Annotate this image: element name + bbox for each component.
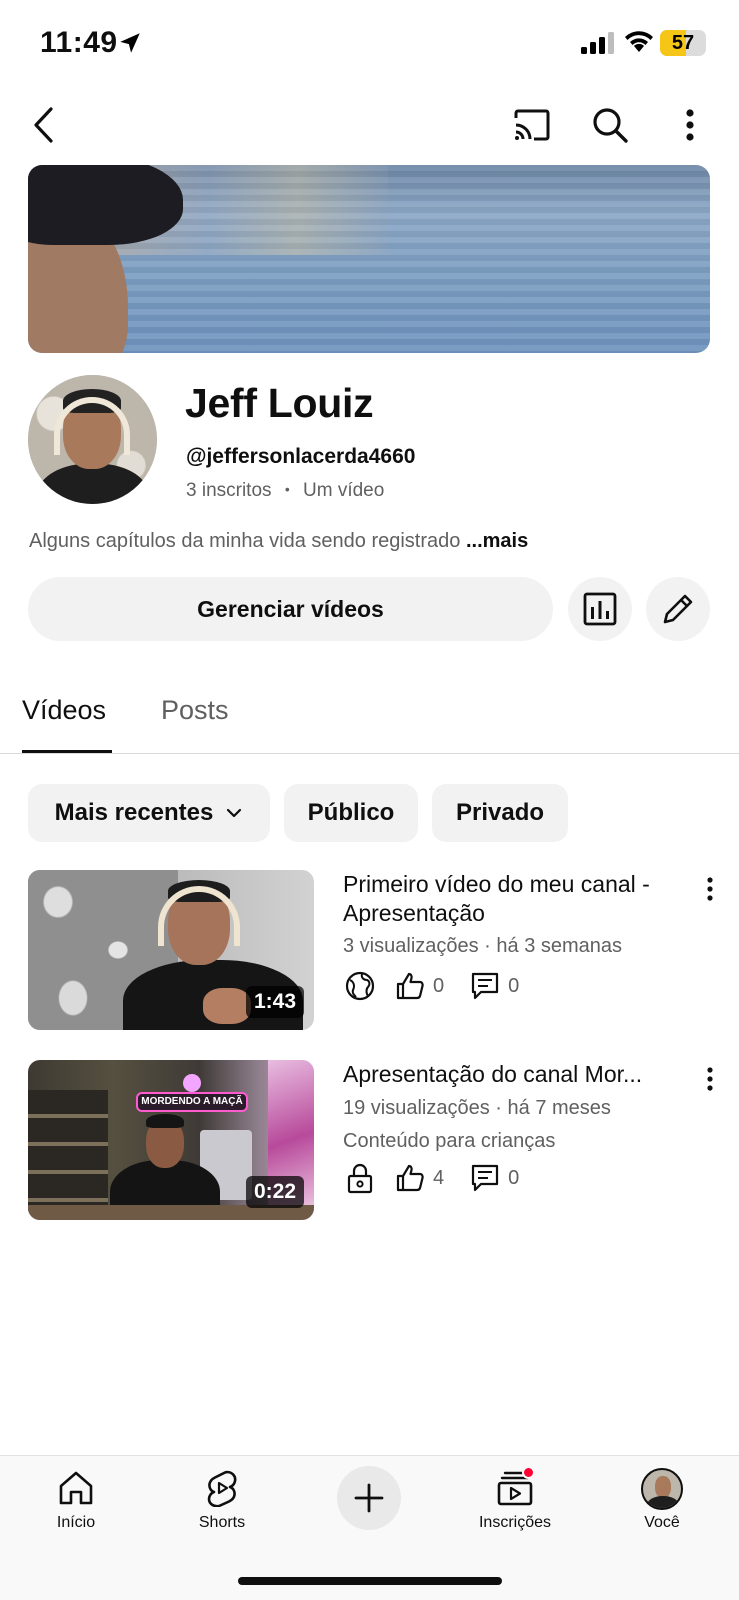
video-thumbnail[interactable]: MORDENDO A MAÇÃ 0:22 <box>28 1060 314 1220</box>
status-bar: 11:49 57 <box>0 0 739 90</box>
nav-subscriptions[interactable]: Inscrições <box>460 1466 570 1532</box>
battery-indicator: 57 <box>660 30 706 56</box>
video-options-button[interactable] <box>695 1062 725 1096</box>
tab-videos[interactable]: Vídeos <box>22 695 106 726</box>
signal-icon <box>581 32 614 54</box>
video-options-button[interactable] <box>695 872 725 906</box>
subscriptions-icon <box>493 1466 537 1508</box>
video-duration: 1:43 <box>245 986 304 1018</box>
video-meta: 19 visualizações · há 7 meses <box>343 1097 611 1119</box>
video-item[interactable]: 1:43 Primeiro vídeo do meu canal - Apres… <box>0 870 739 1035</box>
nav-home-label: Início <box>56 1514 96 1531</box>
comment-icon <box>468 969 502 1003</box>
filter-public-chip[interactable]: Público <box>284 784 418 842</box>
thumb-shelf <box>28 1090 108 1210</box>
cast-icon <box>514 109 550 141</box>
channel-handle: @jeffersonlacerda4660 <box>186 445 416 468</box>
create-button[interactable] <box>337 1466 401 1530</box>
channel-avatar[interactable] <box>28 375 157 504</box>
comment-count: 0 <box>508 1166 520 1189</box>
nav-you-label: Você <box>644 1514 680 1531</box>
notification-dot <box>522 1466 535 1479</box>
made-for-kids-label: Conteúdo para crianças <box>343 1130 556 1152</box>
search-button[interactable] <box>588 103 632 147</box>
video-count: Um vídeo <box>303 480 385 501</box>
description-more-link[interactable]: ...mais <box>466 530 528 552</box>
channel-description[interactable]: Alguns capítulos da minha vida sendo reg… <box>29 530 528 553</box>
top-nav <box>0 95 739 155</box>
home-indicator[interactable] <box>238 1577 502 1585</box>
more-vert-icon <box>707 877 713 901</box>
video-thumbnail[interactable]: 1:43 <box>28 870 314 1030</box>
banner-cap <box>28 165 183 245</box>
like-count: 4 <box>433 1166 445 1189</box>
wifi-icon <box>625 31 653 52</box>
comment-count: 0 <box>508 974 520 997</box>
comment-icon <box>468 1161 502 1195</box>
sort-dropdown[interactable]: Mais recentes <box>28 784 270 842</box>
pencil-icon <box>663 594 693 624</box>
video-meta: 3 visualizações · há 3 semanas <box>343 935 623 957</box>
more-options-button[interactable] <box>668 103 712 147</box>
filter-private-chip[interactable]: Privado <box>432 784 568 842</box>
nav-you[interactable]: Você <box>607 1468 717 1532</box>
edit-channel-button[interactable] <box>646 577 710 641</box>
user-avatar <box>641 1468 683 1510</box>
video-title[interactable]: Primeiro vídeo do meu canal - Apresentaç… <box>343 870 688 928</box>
nav-home[interactable]: Início <box>21 1468 131 1532</box>
globe-icon <box>343 969 377 1003</box>
sort-label: Mais recentes <box>54 799 214 826</box>
video-duration: 0:22 <box>245 1176 304 1208</box>
description-text: Alguns capítulos da minha vida sendo reg… <box>29 530 461 552</box>
back-icon <box>34 107 53 143</box>
plus-icon <box>354 1483 384 1513</box>
thumbs-up-icon <box>393 1161 427 1195</box>
more-vert-icon <box>707 1067 713 1091</box>
cast-button[interactable] <box>508 103 556 147</box>
thumb-hand <box>203 988 251 1024</box>
back-button[interactable] <box>22 103 66 147</box>
user-avatar-head <box>655 1476 671 1498</box>
video-title[interactable]: Apresentação do canal Mor... <box>343 1060 688 1089</box>
channel-banner[interactable] <box>28 165 710 353</box>
battery-percent: 57 <box>671 32 695 54</box>
active-tab-indicator <box>22 750 112 753</box>
tab-posts[interactable]: Posts <box>161 695 229 726</box>
status-time: 11:49 <box>40 26 118 59</box>
location-arrow-icon <box>120 33 140 53</box>
thumbs-up-icon <box>393 969 427 1003</box>
thumb-person-hair <box>146 1114 184 1128</box>
subscriber-count: 3 inscritos <box>186 480 272 501</box>
like-count: 0 <box>433 974 445 997</box>
user-avatar-body <box>647 1496 679 1508</box>
nav-shorts[interactable]: Shorts <box>167 1468 277 1532</box>
video-stats: 4 0 <box>343 1160 543 1196</box>
nav-subscriptions-label: Inscrições <box>478 1514 552 1531</box>
channel-tabs: Vídeos Posts <box>0 680 739 754</box>
manage-videos-button[interactable]: Gerenciar vídeos <box>28 577 553 641</box>
lock-icon <box>343 1161 377 1195</box>
channel-name: Jeff Louiz <box>185 380 374 426</box>
video-stats: 0 0 <box>343 968 543 1004</box>
apple-logo-icon <box>183 1074 201 1092</box>
more-vert-icon <box>686 109 694 141</box>
home-icon <box>54 1468 98 1508</box>
shorts-icon <box>200 1468 244 1508</box>
video-item[interactable]: MORDENDO A MAÇÃ 0:22 Apresentação do can… <box>0 1060 739 1225</box>
search-icon <box>593 108 628 143</box>
stats-separator: • <box>284 481 290 497</box>
analytics-icon <box>583 592 617 626</box>
thumb-neon-sign: MORDENDO A MAÇÃ <box>136 1092 248 1112</box>
channel-stats: 3 inscritos • Um vídeo <box>186 480 384 502</box>
analytics-button[interactable] <box>568 577 632 641</box>
chevron-down-icon <box>227 808 242 818</box>
nav-shorts-label: Shorts <box>198 1514 246 1531</box>
